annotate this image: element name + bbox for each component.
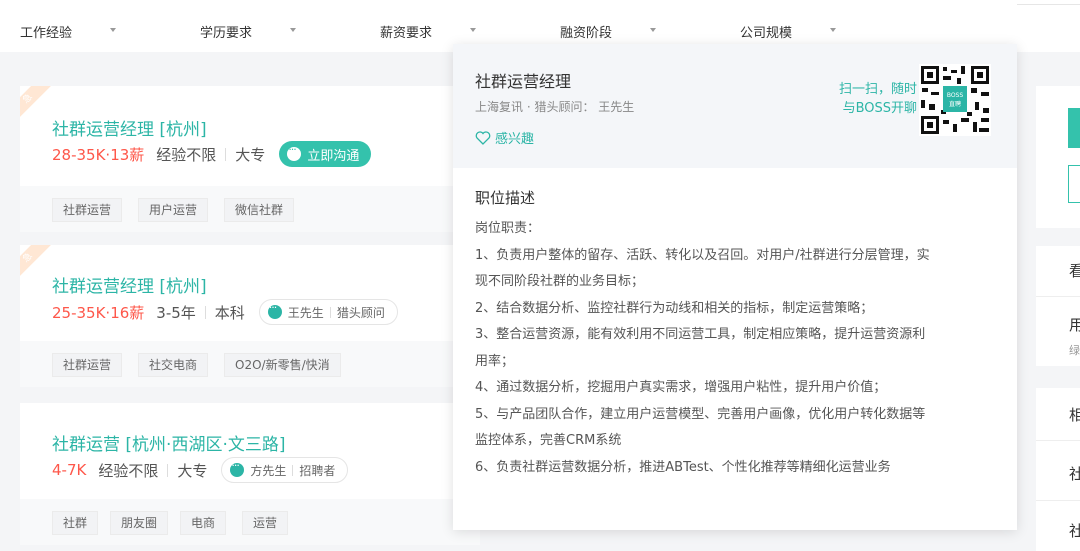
job-card[interactable]: 急 社群运营经理 [杭州] 28-35K·13薪 经验不限 大专 立即沟通 社群… <box>20 86 480 232</box>
job-card[interactable]: 社群运营 [杭州·西湖区·文三路] 4-7K 经验不限 大专 方先生 招聘者 社… <box>20 403 480 545</box>
experience: 3-5年 <box>156 303 196 322</box>
recruiter-role: 招聘者 <box>299 463 336 478</box>
popover-subtitle: 上海复讯 · 猎头顾问： 王先生 <box>475 100 635 114</box>
sidebar-primary-button[interactable] <box>1068 108 1080 148</box>
sidebar-item[interactable]: 用 <box>1069 314 1080 335</box>
recruiter-chip[interactable]: 王先生 猎头顾问 <box>258 299 398 325</box>
chat-bubble-icon <box>230 459 245 477</box>
salary: 28-35K·13薪 <box>52 145 145 164</box>
tag-list: 社群 朋友圈 电商 运营 <box>20 499 480 545</box>
filter-experience[interactable]: 工作经验 <box>20 22 116 41</box>
chat-now-button[interactable]: 立即沟通 <box>279 141 372 167</box>
tag: O2O/新零售/快消 <box>224 353 341 377</box>
tag: 电商 <box>180 511 227 535</box>
recruiter-name: 王先生 <box>287 305 324 320</box>
divider <box>1036 296 1080 297</box>
divider <box>292 464 294 476</box>
heart-icon <box>475 130 491 145</box>
education: 本科 <box>214 303 245 322</box>
job-title[interactable]: 社群运营经理 [杭州] <box>52 272 207 297</box>
filter-funding[interactable]: 融资阶段 <box>560 22 656 41</box>
qr-code-icon: BOSS 直聘 <box>919 64 991 136</box>
divider <box>329 306 331 318</box>
popover-header: 社群运营经理 上海复讯 · 猎头顾问： 王先生 感兴趣 扫一扫，随时 与BOSS… <box>453 44 1017 168</box>
filter-company-size[interactable]: 公司规模 <box>740 22 836 41</box>
urgent-ribbon: 急 <box>20 86 55 126</box>
job-title[interactable]: 社群运营经理 [杭州] <box>52 115 207 140</box>
tag-list: 社群运营 用户运营 微信社群 <box>20 186 480 232</box>
svg-text:直聘: 直聘 <box>949 100 961 108</box>
experience: 经验不限 <box>98 461 159 480</box>
divider <box>225 147 227 161</box>
salary: 4-7K <box>52 461 87 479</box>
tag: 运营 <box>242 511 289 535</box>
chevron-down-icon <box>110 28 116 32</box>
job-title[interactable]: 社群运营 [杭州·西湖区·文三路] <box>52 430 285 455</box>
tag: 微信社群 <box>224 198 295 222</box>
tag: 朋友圈 <box>110 511 169 535</box>
recruiter-name: 方先生 <box>250 463 287 478</box>
description-title: 职位描述 <box>475 189 536 207</box>
divider <box>167 463 169 477</box>
tag: 用户运营 <box>138 198 209 222</box>
chat-bubble-icon <box>287 143 302 161</box>
recruiter-chip[interactable]: 方先生 招聘者 <box>221 457 349 483</box>
filter-salary[interactable]: 薪资要求 <box>380 22 476 41</box>
filter-education[interactable]: 学历要求 <box>200 22 296 41</box>
experience: 经验不限 <box>156 145 217 164</box>
sidebar-heading: 相 <box>1069 406 1080 424</box>
chevron-down-icon <box>290 28 296 32</box>
job-meta: 28-35K·13薪 经验不限 大专 立即沟通 <box>52 141 372 167</box>
svg-text:BOSS: BOSS <box>947 92 964 99</box>
tag: 社交电商 <box>138 353 209 377</box>
job-card[interactable]: 急 社群运营经理 [杭州] 25-35K·16薪 3-5年 本科 王先生 猎头顾… <box>20 245 480 387</box>
divider <box>1017 4 1080 5</box>
tag: 社群运营 <box>52 353 123 377</box>
chevron-down-icon <box>470 28 476 32</box>
urgent-ribbon: 急 <box>20 245 55 285</box>
tag: 社群运营 <box>52 198 123 222</box>
sidebar-item[interactable]: 社 <box>1069 463 1080 484</box>
scan-hint: 扫一扫，随时 与BOSS开聊 <box>838 82 917 116</box>
job-meta: 25-35K·16薪 3-5年 本科 王先生 猎头顾问 <box>52 299 398 325</box>
job-detail-popover: 社群运营经理 上海复讯 · 猎头顾问： 王先生 感兴趣 扫一扫，随时 与BOSS… <box>453 44 1017 530</box>
chevron-down-icon <box>650 28 656 32</box>
tag: 社群 <box>52 511 99 535</box>
sidebar-secondary-button[interactable] <box>1068 165 1080 203</box>
recruiter-role: 猎头顾问 <box>336 305 385 320</box>
job-description: 岗位职责： 1、负责用户整体的留存、活跃、转化以及召回。对用户/社群进行分层管理… <box>475 221 930 475</box>
divider <box>1036 500 1080 501</box>
job-meta: 4-7K 经验不限 大专 方先生 招聘者 <box>52 457 349 483</box>
chat-bubble-icon <box>267 301 282 319</box>
education: 大专 <box>235 145 266 164</box>
popover-title: 社群运营经理 <box>475 72 572 91</box>
sidebar-heading: 看 <box>1069 262 1080 280</box>
salary: 25-35K·16薪 <box>52 303 145 322</box>
tag-list: 社群运营 社交电商 O2O/新零售/快消 <box>20 341 480 387</box>
interest-button[interactable]: 感兴趣 <box>475 128 534 147</box>
sidebar-item[interactable]: 社 <box>1069 520 1080 541</box>
education: 大专 <box>177 461 208 480</box>
divider <box>204 305 206 319</box>
divider <box>1036 440 1080 441</box>
sidebar-item-sub: 绿 <box>1069 344 1080 357</box>
chevron-down-icon <box>830 28 836 32</box>
